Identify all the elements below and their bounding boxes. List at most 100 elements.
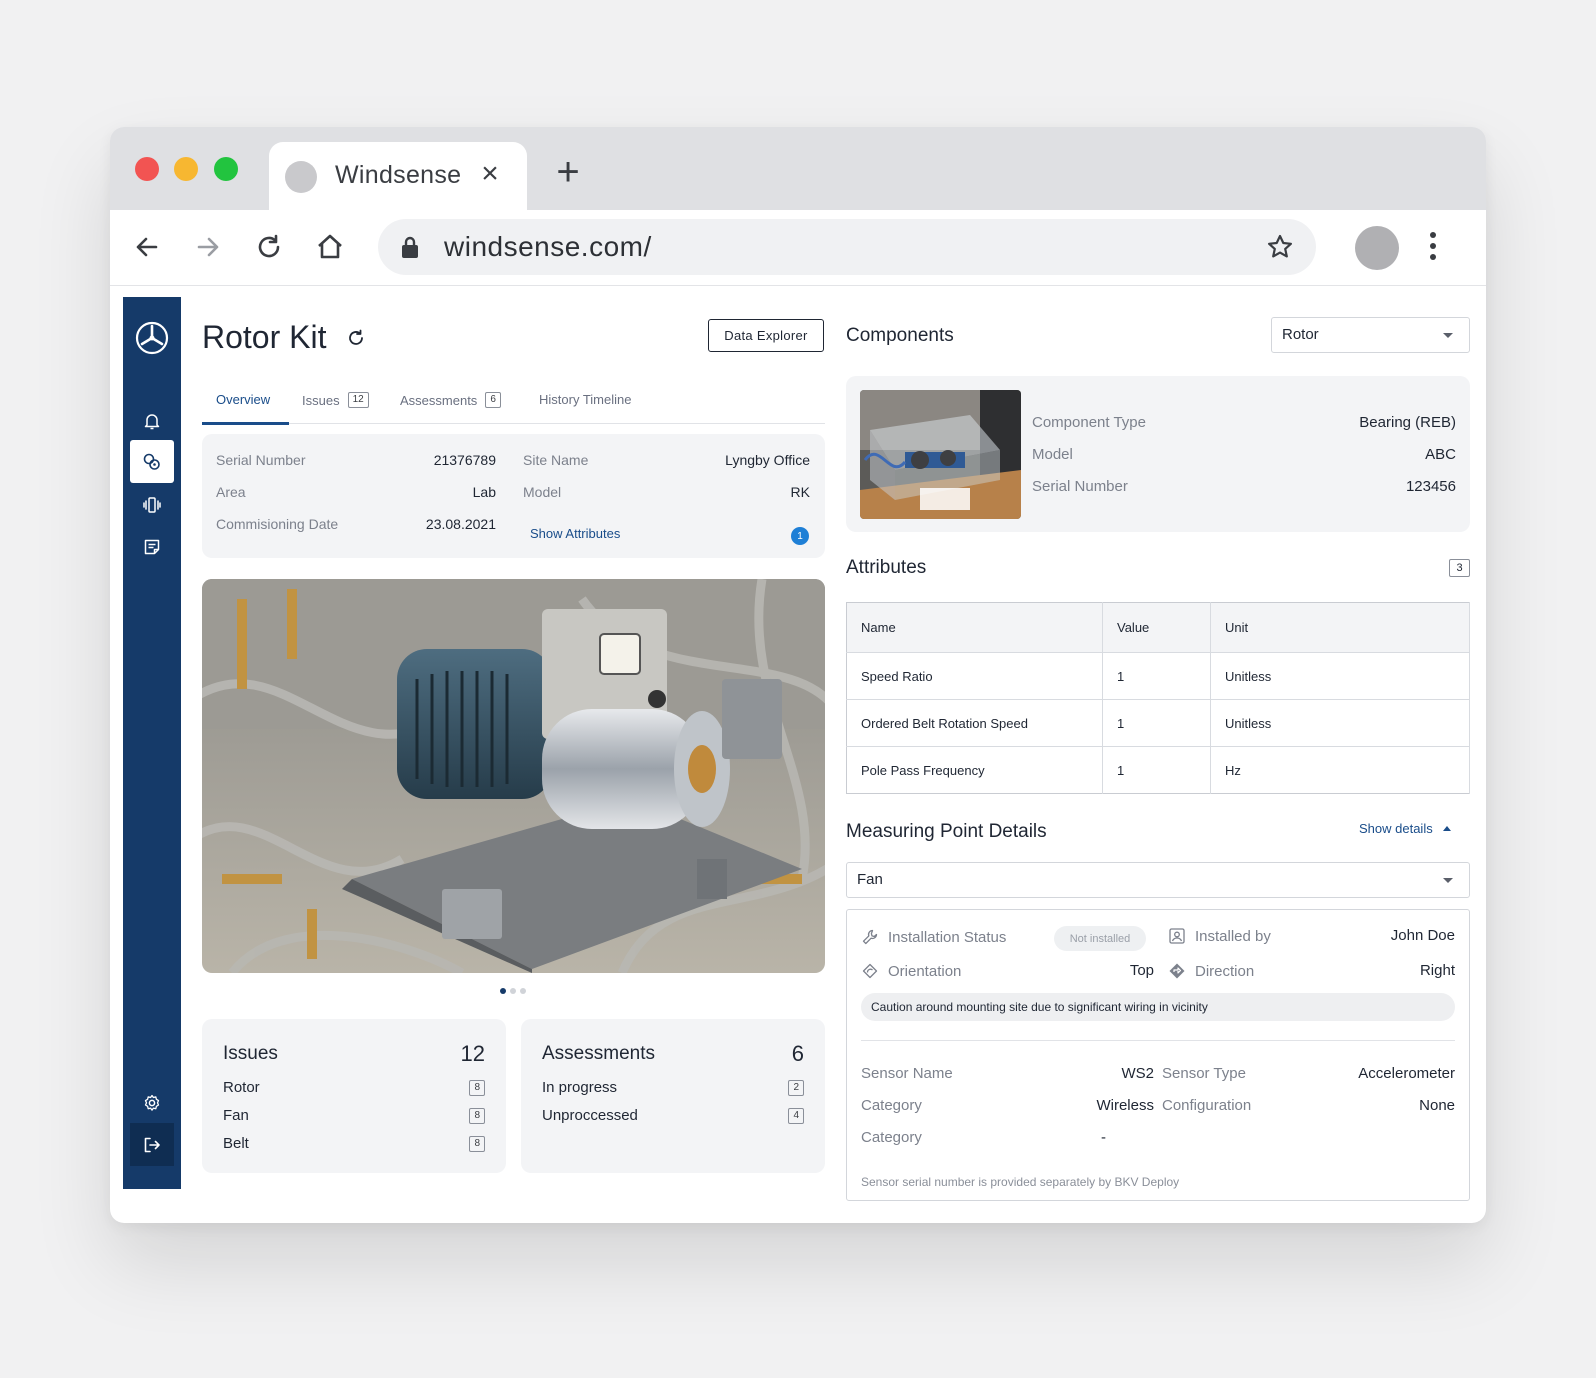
carousel-dot[interactable] — [520, 988, 526, 994]
attribute-unit-cell: Hz — [1210, 746, 1470, 794]
installation-status-field: Installation Status — [861, 928, 1006, 946]
category-value-secondary: - — [1101, 1129, 1106, 1146]
issue-category-label: Rotor — [223, 1079, 260, 1096]
reload-icon[interactable] — [252, 230, 286, 264]
column-header-unit[interactable]: Unit — [1210, 602, 1470, 653]
settings-icon — [144, 1094, 160, 1111]
vibration-icon — [143, 496, 161, 513]
tab-issues[interactable]: Issues 12 — [302, 392, 369, 408]
list-item[interactable]: In progress 2 — [542, 1079, 804, 1096]
sensor-name-value: WS2 — [1121, 1065, 1154, 1082]
user-icon — [1169, 928, 1185, 944]
attributes-count-badge: 1 — [791, 527, 809, 545]
favicon-icon — [285, 161, 317, 193]
assessments-summary-total: 6 — [791, 1041, 804, 1066]
sidebar-item-alerts[interactable] — [130, 399, 174, 442]
refresh-icon[interactable] — [345, 327, 367, 349]
attributes-table: Name Value Unit Speed Ratio 1 Unitless O… — [846, 602, 1470, 794]
measuring-point-select-value: Fan — [857, 871, 883, 888]
component-model-value: ABC — [1425, 446, 1456, 463]
attributes-title: Attributes — [846, 557, 927, 578]
windsense-logo[interactable] — [135, 321, 169, 355]
close-tab-icon[interactable]: × — [477, 159, 503, 189]
area-label: Area — [216, 484, 246, 500]
sidebar-item-assets[interactable] — [130, 440, 174, 483]
assessment-count-badge: 4 — [788, 1107, 804, 1124]
attribute-name-cell: Ordered Belt Rotation Speed — [846, 699, 1103, 747]
tab-history-timeline[interactable]: History Timeline — [539, 392, 631, 407]
logout-icon — [144, 1137, 160, 1152]
tab-overview[interactable]: Overview — [216, 392, 270, 407]
show-attributes-link[interactable]: Show Attributes — [530, 526, 620, 541]
issue-category-label: Belt — [223, 1135, 249, 1152]
data-explorer-button[interactable]: Data Explorer — [708, 319, 824, 352]
sidebar-item-settings[interactable] — [130, 1081, 174, 1124]
direction-label: Direction — [1195, 962, 1255, 980]
column-header-name[interactable]: Name — [846, 602, 1103, 653]
assessments-summary-card[interactable]: Assessments 6 In progress 2 Unproccessed… — [521, 1019, 825, 1173]
issues-summary-card[interactable]: Issues 12 Rotor 8 Fan 8 Belt 8 — [202, 1019, 506, 1173]
notes-icon — [144, 539, 160, 554]
site-name-label: Site Name — [523, 452, 589, 468]
active-tab-indicator — [202, 422, 289, 425]
sidebar-item-reports[interactable] — [130, 525, 174, 568]
new-tab-icon[interactable]: + — [550, 152, 586, 192]
sidebar-item-logout[interactable] — [130, 1123, 174, 1166]
configuration-value: None — [1419, 1097, 1455, 1114]
components-title: Components — [846, 325, 954, 346]
measuring-point-select[interactable]: Fan — [846, 862, 1470, 898]
orientation-field: Orientation — [861, 962, 961, 980]
table-row[interactable]: Ordered Belt Rotation Speed 1 Unitless — [846, 699, 1470, 747]
maximize-window-button[interactable] — [214, 157, 238, 181]
minimize-window-button[interactable] — [174, 157, 198, 181]
column-header-value[interactable]: Value — [1102, 602, 1211, 653]
browser-toolbar: windsense.com/ — [110, 210, 1486, 286]
table-header-row: Name Value Unit — [846, 602, 1470, 653]
table-row[interactable]: Pole Pass Frequency 1 Hz — [846, 746, 1470, 794]
list-item[interactable]: Belt 8 — [223, 1135, 485, 1152]
measuring-point-title: Measuring Point Details — [846, 821, 1047, 842]
back-icon[interactable] — [130, 230, 164, 264]
list-item[interactable]: Fan 8 — [223, 1107, 485, 1124]
sensor-name-label: Sensor Name — [861, 1065, 953, 1082]
wrench-icon — [862, 929, 878, 945]
app: Rotor Kit Data Explorer Overview Issues … — [110, 287, 1486, 1223]
issues-summary-total: 12 — [460, 1041, 485, 1066]
list-item[interactable]: Rotor 8 — [223, 1079, 485, 1096]
attribute-value-cell: 1 — [1102, 746, 1211, 794]
issue-count-badge: 8 — [469, 1135, 485, 1152]
carousel-indicator[interactable] — [500, 988, 526, 994]
attribute-value-cell: 1 — [1102, 699, 1211, 747]
close-window-button[interactable] — [135, 157, 159, 181]
browser-menu-icon[interactable] — [1428, 232, 1438, 264]
attribute-name-cell: Pole Pass Frequency — [846, 746, 1103, 794]
home-icon[interactable] — [313, 230, 347, 264]
lock-icon — [402, 236, 418, 258]
forward-icon[interactable] — [191, 230, 225, 264]
table-row[interactable]: Speed Ratio 1 Unitless — [846, 652, 1470, 700]
browser-tab[interactable]: Windsense × — [269, 142, 527, 210]
sidebar-item-vibration[interactable] — [130, 483, 174, 526]
issue-category-label: Fan — [223, 1107, 249, 1124]
attribute-name-cell: Speed Ratio — [846, 652, 1103, 700]
attributes-count-badge: 3 — [1449, 559, 1470, 577]
orientation-label: Orientation — [888, 962, 962, 980]
carousel-dot[interactable] — [510, 988, 516, 994]
pump-image — [202, 579, 825, 973]
sensor-type-value: Accelerometer — [1358, 1065, 1455, 1082]
list-item[interactable]: Unproccessed 4 — [542, 1107, 804, 1124]
category-label-secondary: Category — [861, 1129, 922, 1146]
attribute-unit-cell: Unitless — [1210, 699, 1470, 747]
address-bar[interactable]: windsense.com/ — [378, 219, 1316, 275]
issues-summary-title: Issues — [223, 1043, 278, 1064]
browser-tab-title: Windsense — [335, 161, 462, 189]
show-details-toggle[interactable]: Show details — [1359, 821, 1451, 836]
component-serial-label: Serial Number — [1032, 478, 1128, 495]
carousel-dot[interactable] — [500, 988, 506, 994]
tab-assessments[interactable]: Assessments 6 — [400, 392, 501, 408]
url-text[interactable]: windsense.com/ — [444, 231, 652, 263]
component-select[interactable]: Rotor — [1271, 317, 1470, 353]
installation-status-badge: Not installed — [1054, 926, 1146, 951]
bookmark-star-icon[interactable] — [1266, 233, 1294, 261]
profile-avatar[interactable] — [1355, 226, 1399, 270]
